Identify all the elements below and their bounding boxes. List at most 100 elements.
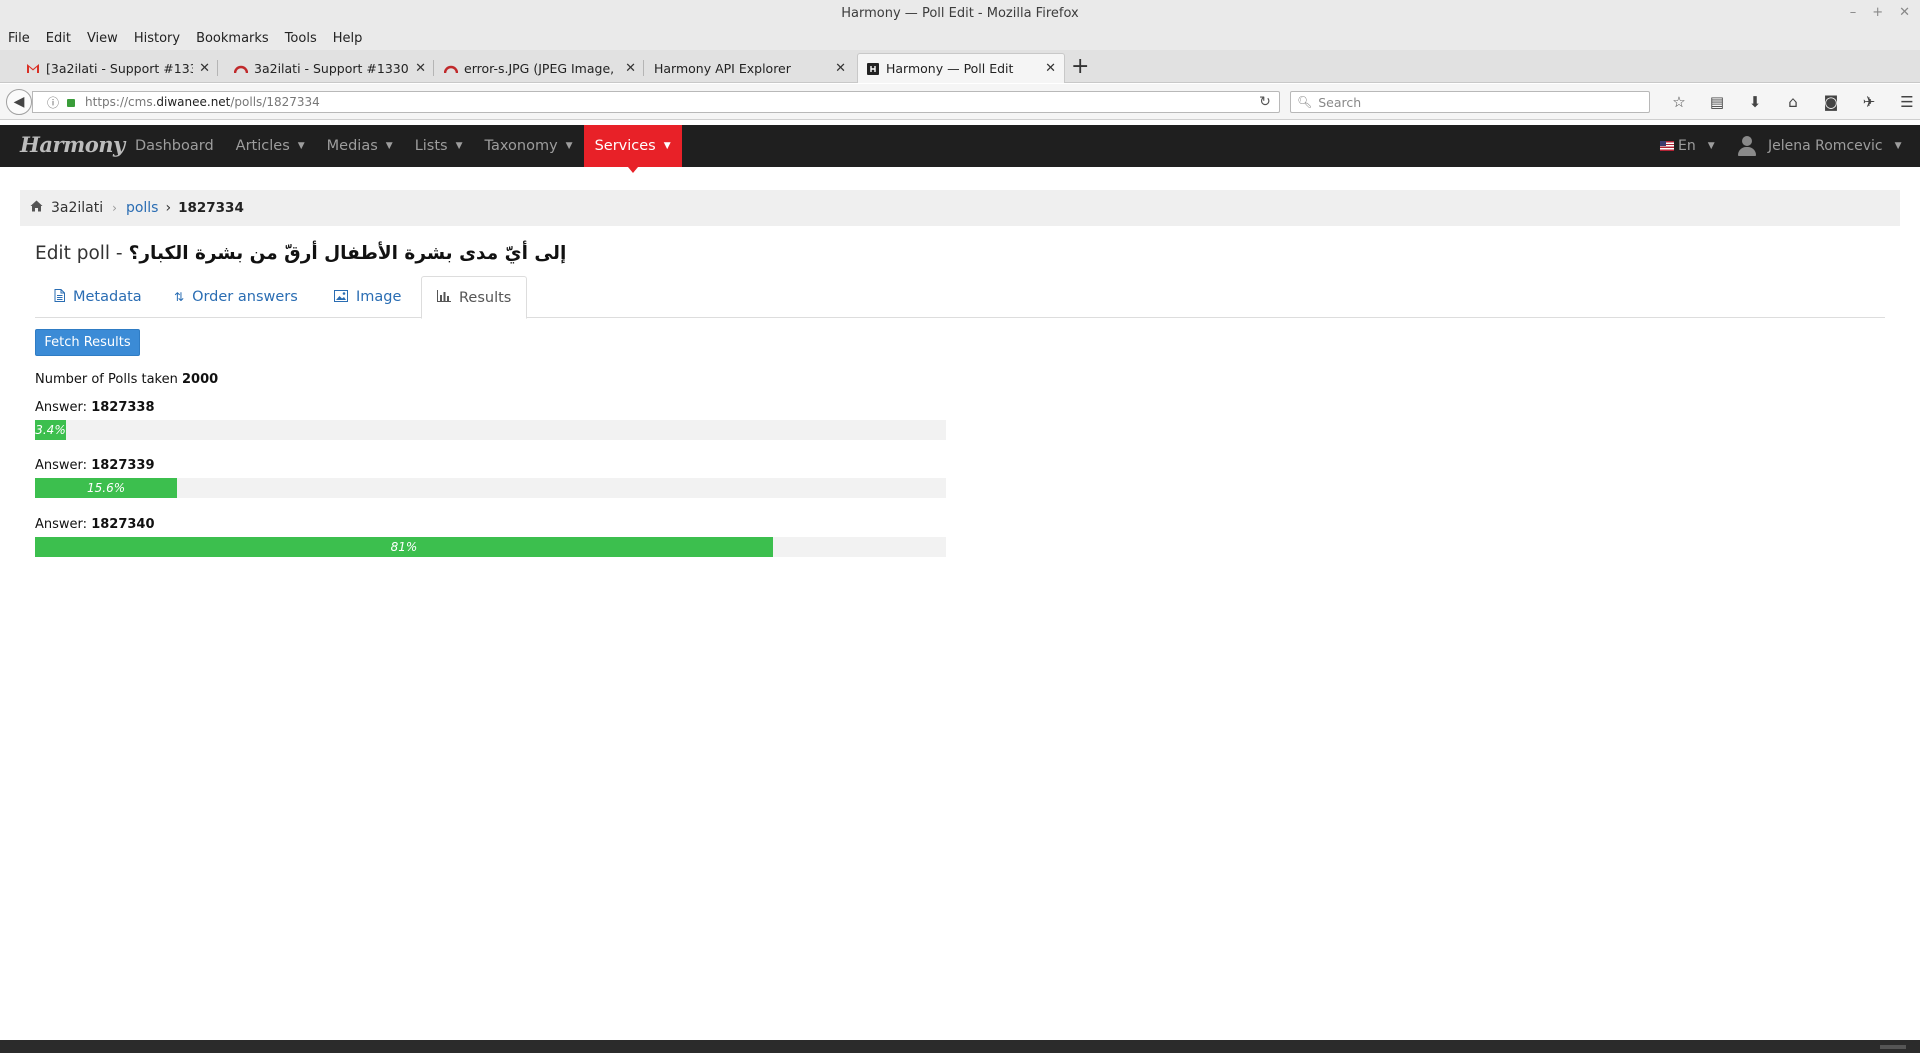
breadcrumb-separator: › — [112, 201, 117, 215]
chevron-down-icon: ▼ — [385, 141, 393, 151]
gmail-icon — [26, 62, 40, 74]
new-tab-icon[interactable]: + — [1071, 54, 1089, 80]
reading-list-icon[interactable]: ▤ — [1698, 90, 1736, 114]
minimize-icon[interactable]: – — [1850, 0, 1857, 28]
tab-label: Harmony API Explorer — [654, 60, 791, 76]
nav-taxonomy[interactable]: Taxonomy ▼ — [474, 125, 584, 167]
pocket-icon[interactable]: ◙ — [1812, 90, 1850, 114]
answer-label: Answer: 1827340 — [35, 517, 155, 532]
tab-metadata[interactable]: Metadata — [39, 276, 157, 318]
language-label: En — [1678, 138, 1696, 154]
menu-tools[interactable]: Tools — [277, 28, 325, 50]
answer-label: Answer: 1827339 — [35, 458, 155, 473]
poll-question: إلى أيّ مدى بشرة الأطفال أرقّ من بشرة ال… — [128, 243, 567, 264]
harmony-logo[interactable]: Harmony — [20, 132, 125, 157]
chevron-down-icon: ▼ — [663, 141, 671, 151]
progress-percent: 3.4% — [35, 423, 66, 437]
bar-chart-icon — [437, 290, 451, 305]
answer-id: 1827338 — [91, 400, 155, 415]
tab-close-icon[interactable]: ✕ — [835, 61, 846, 76]
browser-tab-active[interactable]: Harmony — Poll Edit ✕ — [857, 53, 1065, 83]
progress-percent: 15.6% — [86, 481, 126, 495]
tab-image[interactable]: Image — [319, 276, 416, 318]
bookmark-star-icon[interactable]: ☆ — [1660, 90, 1698, 114]
search-icon: 🔍︎ — [1297, 95, 1313, 109]
home-icon[interactable] — [30, 200, 43, 216]
harmony-icon — [866, 62, 880, 75]
toolbar-icons: ☆ ▤ ⬇ ⌂ ◙ ✈ ☰ — [1660, 90, 1920, 114]
tab-results[interactable]: Results — [421, 276, 528, 319]
tab-close-icon[interactable]: ✕ — [199, 61, 210, 76]
browser-navbar: ◀ ⓘ https://cms.diwanee.net/polls/182733… — [0, 84, 1920, 120]
tab-label: Harmony — Poll Edit — [886, 61, 1014, 76]
menu-help[interactable]: Help — [325, 28, 371, 50]
tab-close-icon[interactable]: ✕ — [1045, 61, 1056, 76]
user-menu[interactable]: Jelena Romcevic ▼ — [1738, 125, 1902, 167]
home-icon[interactable]: ⌂ — [1774, 90, 1812, 114]
nav-articles[interactable]: Articles ▼ — [225, 125, 316, 167]
download-icon[interactable]: ⬇ — [1736, 90, 1774, 114]
redmine-icon — [234, 62, 248, 74]
browser-tab[interactable]: Harmony API Explorer ✕ — [646, 53, 854, 83]
breadcrumb-polls-link[interactable]: polls — [126, 200, 159, 216]
breadcrumb-root[interactable]: 3a2ilati — [51, 200, 103, 216]
redmine-icon — [444, 62, 458, 74]
progress-track: 15.6% — [35, 478, 946, 498]
hamburger-menu-icon[interactable]: ☰ — [1888, 90, 1920, 114]
menu-view[interactable]: View — [79, 28, 126, 50]
reload-icon[interactable]: ↻ — [1250, 91, 1280, 113]
menu-bookmarks[interactable]: Bookmarks — [188, 28, 277, 50]
browser-tab[interactable]: 3a2ilati - Support #13305... ✕ — [226, 53, 434, 83]
fetch-results-button[interactable]: Fetch Results — [35, 329, 140, 356]
close-window-icon[interactable]: ✕ — [1899, 0, 1910, 28]
menubar: File Edit View History Bookmarks Tools H… — [0, 28, 1920, 50]
us-flag-icon — [1660, 141, 1674, 151]
menu-history[interactable]: History — [126, 28, 188, 50]
extension-icon[interactable]: ✈ — [1850, 90, 1888, 114]
polls-taken-value: 2000 — [181, 372, 219, 387]
app-header: Harmony Dashboard Articles ▼ Medias ▼ List… — [0, 125, 1920, 173]
tab-label: [3a2ilati - Support #1330... — [46, 60, 193, 76]
nav-lists[interactable]: Lists ▼ — [404, 125, 474, 167]
browser-tabstrip: [3a2ilati - Support #1330... ✕ 3a2ilati … — [0, 50, 1920, 83]
maximize-icon[interactable]: + — [1872, 0, 1883, 28]
image-icon — [334, 289, 348, 305]
back-arrow-icon[interactable]: ◀ — [6, 89, 32, 115]
language-selector[interactable]: En ▼ — [1660, 125, 1715, 167]
answer-id: 1827339 — [91, 458, 155, 473]
polls-taken-label: Number of Polls taken — [35, 372, 178, 387]
browser-tab[interactable]: [3a2ilati - Support #1330... ✕ — [18, 53, 218, 83]
window-controls: – + ✕ — [1850, 0, 1910, 28]
tab-label: error-s.JPG (JPEG Image, ... — [464, 60, 620, 76]
info-icon[interactable]: ⓘ — [47, 94, 59, 111]
answer-label: Answer: 1827338 — [35, 400, 155, 415]
nav-services[interactable]: Services ▼ — [583, 125, 682, 173]
sort-icon: ⇅ — [174, 290, 185, 304]
polls-taken-summary: Number of Polls taken 2000 — [35, 372, 218, 387]
menu-file[interactable]: File — [0, 28, 38, 50]
window-titlebar: Harmony — Poll Edit - Mozilla Firefox – … — [0, 0, 1920, 28]
chevron-down-icon: ▼ — [1707, 141, 1715, 151]
nav-medias[interactable]: Medias ▼ — [316, 125, 404, 167]
main-nav: Dashboard Articles ▼ Medias ▼ Lists ▼ Taxon… — [124, 125, 682, 173]
url-bar[interactable]: ⓘ https://cms.diwanee.net/polls/1827334 — [32, 91, 1280, 113]
search-placeholder: Search — [1318, 94, 1362, 110]
nav-dashboard[interactable]: Dashboard — [124, 125, 225, 167]
file-icon — [54, 289, 65, 305]
tab-order-answers[interactable]: ⇅ Order answers — [159, 276, 313, 318]
tab-close-icon[interactable]: ✕ — [625, 61, 636, 76]
tab-label: 3a2ilati - Support #13305... — [254, 60, 409, 76]
poll-tabs: Metadata ⇅ Order answers Image Results — [35, 276, 1885, 319]
chevron-down-icon: ▼ — [565, 141, 573, 151]
progress-track: 3.4% — [35, 420, 946, 440]
bottom-panel — [0, 1040, 1920, 1053]
answer-result: Answer: 1827338 3.4% — [35, 400, 946, 440]
answer-result: Answer: 1827340 81% — [35, 517, 946, 557]
browser-tab[interactable]: error-s.JPG (JPEG Image, ... ✕ — [436, 53, 644, 83]
chevron-down-icon: ▼ — [297, 141, 305, 151]
tab-close-icon[interactable]: ✕ — [415, 61, 426, 76]
search-input[interactable]: 🔍︎ Search — [1290, 91, 1650, 113]
page-title: Edit poll - إلى أيّ مدى بشرة الأطفال أرق… — [35, 243, 566, 264]
menu-edit[interactable]: Edit — [38, 28, 79, 50]
url-text[interactable]: https://cms.diwanee.net/polls/1827334 — [85, 95, 320, 109]
